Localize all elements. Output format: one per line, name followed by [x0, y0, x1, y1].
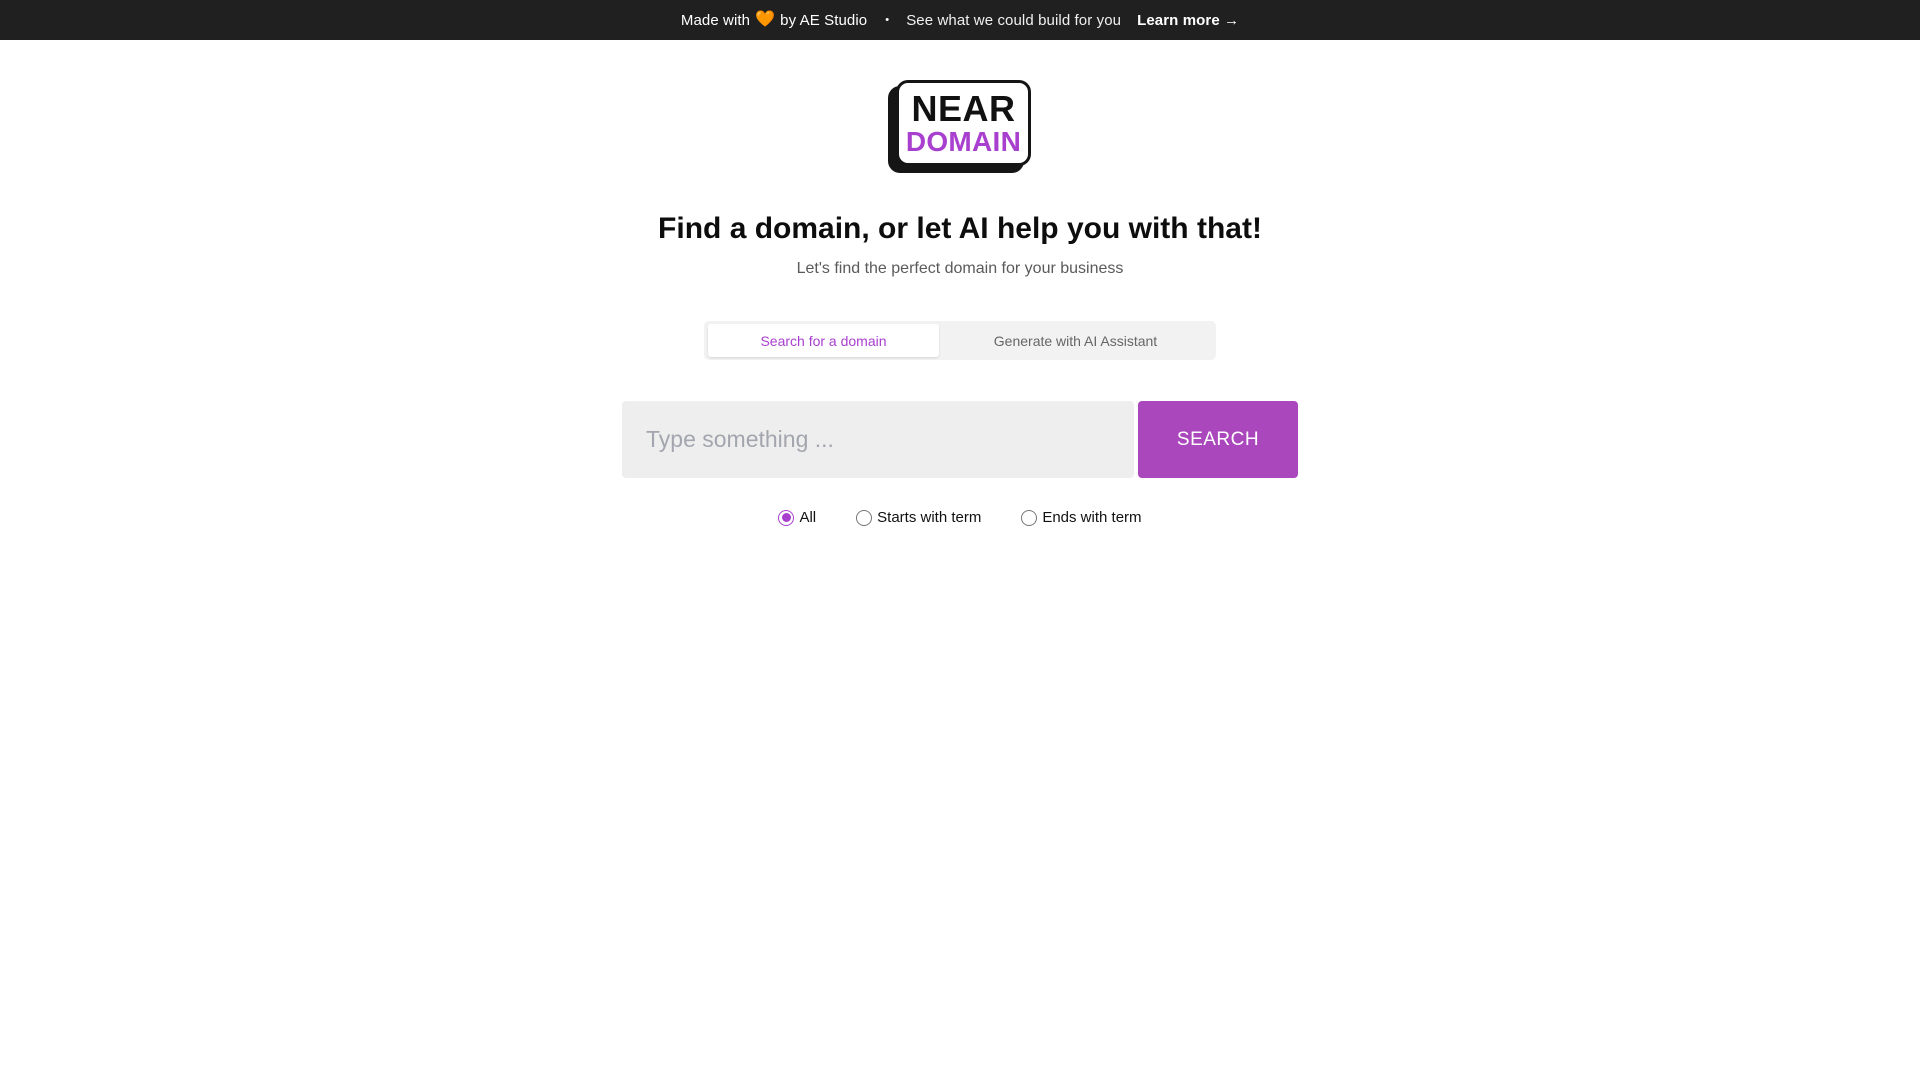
separator-dot: •: [885, 14, 890, 26]
near-domain-logo[interactable]: NEAR DOMAIN: [888, 80, 1031, 173]
tab-generate-ai[interactable]: Generate with AI Assistant: [939, 324, 1212, 357]
radio-starts-with-label: Starts with term: [877, 509, 982, 526]
radio-ends-with-indicator[interactable]: [1021, 509, 1038, 526]
domain-search-input[interactable]: [622, 401, 1134, 478]
match-options: All Starts with term Ends with term: [0, 509, 1920, 526]
radio-ends-with[interactable]: Ends with term: [1021, 509, 1142, 526]
search-button[interactable]: SEARCH: [1138, 401, 1298, 478]
mode-tabs: Search for a domain Generate with AI Ass…: [704, 321, 1216, 360]
radio-all[interactable]: All: [778, 509, 816, 526]
radio-all-label: All: [799, 509, 817, 526]
learn-more-link[interactable]: Learn more →: [1137, 12, 1239, 29]
radio-ends-with-label: Ends with term: [1042, 509, 1142, 526]
logo-near-text: NEAR: [911, 87, 1016, 129]
heart-icon: 🧡: [755, 11, 776, 28]
page-title: Find a domain, or let AI help you with t…: [658, 212, 1262, 245]
radio-all-indicator[interactable]: [778, 509, 795, 526]
logo-card: NEAR DOMAIN: [896, 80, 1031, 166]
logo-domain-text: DOMAIN: [905, 125, 1022, 157]
radio-starts-with-indicator[interactable]: [856, 509, 873, 526]
ae-studio-label: by AE Studio: [780, 11, 868, 29]
tab-search-domain[interactable]: Search for a domain: [708, 324, 939, 357]
made-with-text: Made with 🧡 by AE Studio: [681, 12, 867, 29]
made-with-label: Made with: [680, 11, 751, 29]
radio-starts-with[interactable]: Starts with term: [856, 509, 981, 526]
page-subtitle: Let's find the perfect domain for your b…: [796, 260, 1124, 277]
promo-banner: Made with 🧡 by AE Studio • See what we c…: [0, 0, 1920, 40]
banner-pitch: See what we could build for you: [906, 11, 1122, 29]
